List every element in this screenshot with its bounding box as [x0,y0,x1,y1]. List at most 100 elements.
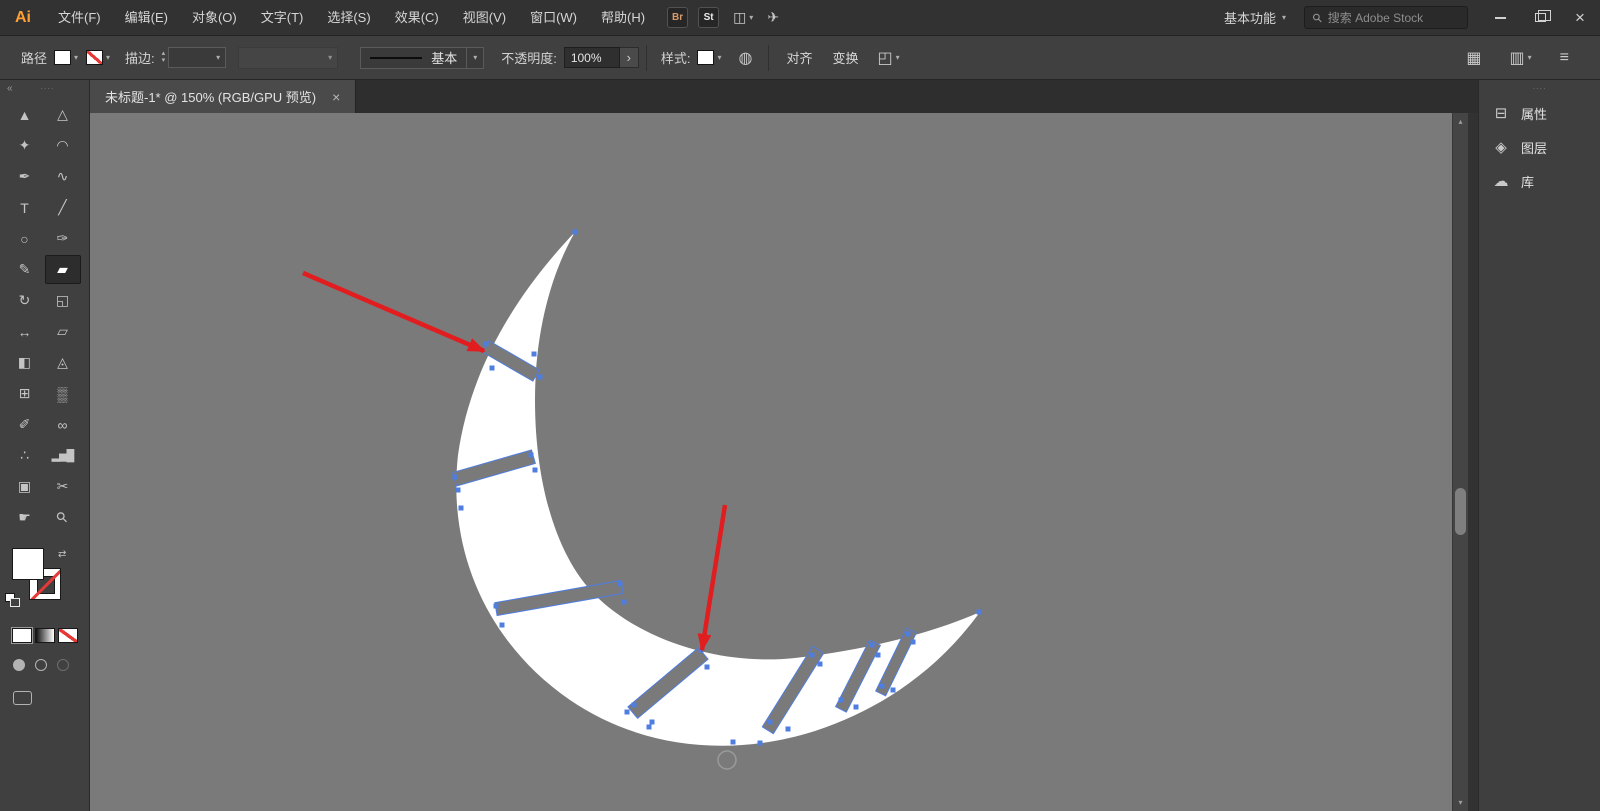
stepper-down-icon[interactable]: ▾ [162,58,166,64]
menu-file[interactable]: 文件(F) [46,0,113,35]
stroke-swatch[interactable] [86,50,103,65]
anchor-point[interactable] [459,506,464,511]
mesh-tool[interactable]: ⊞ [7,379,43,408]
line-segment-tool[interactable]: ╱ [45,193,81,222]
anchor-point[interactable] [632,703,637,708]
anchor-point[interactable] [758,741,763,746]
panel-tab-layers[interactable]: ◈图层 [1479,130,1600,164]
anchor-point[interactable] [906,632,911,637]
anchor-point[interactable] [618,582,623,587]
gradient-tool[interactable]: ▒ [45,379,81,408]
panel-grip[interactable]: ∙∙∙∙ [1486,83,1593,93]
anchor-point[interactable] [977,610,982,615]
anchor-point[interactable] [731,740,736,745]
style-swatch[interactable] [697,50,714,65]
scroll-up-icon[interactable]: ▴ [1458,113,1462,130]
anchor-point[interactable] [500,623,505,628]
chevron-down-icon[interactable]: ▾ [717,53,721,62]
stock-icon[interactable]: St [698,7,719,28]
stroke-weight-combo[interactable]: ▾ [168,47,226,68]
canvas[interactable] [90,113,1452,811]
scrollbar-thumb[interactable] [1455,488,1466,535]
artboard-tool[interactable]: ▣ [7,472,43,501]
anchor-point[interactable] [484,342,489,347]
anchor-point[interactable] [453,475,458,480]
anchor-point[interactable] [880,684,885,689]
anchor-point[interactable] [625,710,630,715]
curvature-tool[interactable]: ∿ [45,162,81,191]
zoom-tool[interactable]: ⚲ [45,503,81,532]
eyedropper-tool[interactable]: ✐ [7,410,43,439]
restore-button[interactable] [1520,0,1560,35]
none-button[interactable] [58,628,78,643]
pen-tool[interactable]: ✒ [7,162,43,191]
anchor-point[interactable] [573,230,578,235]
anchor-point[interactable] [768,720,773,725]
anchor-point[interactable] [533,468,538,473]
align-button[interactable]: 对齐 [786,48,812,67]
menu-help[interactable]: 帮助(H) [589,0,657,35]
anchor-point[interactable] [647,725,652,730]
menu-effect[interactable]: 效果(C) [383,0,451,35]
stroke-weight-stepper[interactable]: ▴ ▾ [162,51,166,64]
menu-window[interactable]: 窗口(W) [518,0,589,35]
fill-color-control[interactable]: ▾ [54,50,86,65]
workspace-switcher[interactable]: 基本功能 ▾ [1224,8,1286,27]
close-button[interactable]: × [1560,0,1600,35]
opacity-more-button[interactable]: › [620,47,639,68]
anchor-point[interactable] [456,488,461,493]
shape-properties-control[interactable]: ◰ ▾ [877,48,899,68]
screen-mode-button[interactable] [13,691,32,705]
anchor-point[interactable] [854,705,859,710]
blend-tool[interactable]: ∞ [45,410,81,439]
anchor-point[interactable] [876,653,881,658]
anchor-point[interactable] [911,640,916,645]
recolor-artwork-icon[interactable]: ◍ [738,48,752,68]
shape-builder-tool[interactable]: ◧ [7,348,43,377]
style-control[interactable]: ▾ [697,50,729,65]
slice-tool[interactable]: ✂ [45,472,81,501]
paintbrush-tool[interactable]: ✑ [45,224,81,253]
anchor-point[interactable] [839,698,844,703]
magic-wand-tool[interactable]: ✦ [7,131,43,160]
ellipse-tool[interactable]: ○ [7,224,43,253]
free-transform-tool[interactable]: ▱ [45,317,81,346]
column-graph-tool[interactable]: ▂▅█ [45,441,81,470]
hand-tool[interactable]: ☛ [7,503,43,532]
width-tool[interactable]: ↔ [7,317,43,346]
anchor-point[interactable] [650,720,655,725]
moon-shape[interactable] [456,232,980,746]
anchor-point[interactable] [810,653,815,658]
default-fill-stroke-icon[interactable] [5,593,20,606]
anchor-point[interactable] [870,643,875,648]
brush-combo-dropdown[interactable]: ▾ [466,48,483,68]
type-tool[interactable]: T [7,193,43,222]
stock-search-input[interactable]: ⚲ 搜索 Adobe Stock [1304,6,1468,29]
symbol-sprayer-tool[interactable]: ∴ [7,441,43,470]
minimize-button[interactable] [1480,0,1520,35]
arrange-documents-icon[interactable]: ▦ [1466,48,1481,68]
menu-type[interactable]: 文字(T) [249,0,316,35]
draw-inside-button[interactable] [57,659,69,671]
bridge-icon[interactable]: Br [667,7,688,28]
fill-color-box[interactable] [12,548,44,580]
menu-view[interactable]: 视图(V) [451,0,518,35]
layout-icon[interactable]: ◫ ▾ [733,9,753,26]
panel-menu-icon[interactable]: ≡ [1560,49,1569,67]
scale-tool[interactable]: ◱ [45,286,81,315]
anchor-point[interactable] [494,604,499,609]
direct-selection-tool[interactable]: △ [45,100,81,129]
menu-edit[interactable]: 编辑(E) [113,0,180,35]
chevron-down-icon[interactable]: ▾ [74,53,78,62]
perspective-grid-tool[interactable]: ◬ [45,348,81,377]
anchor-point[interactable] [538,375,543,380]
document-tab[interactable]: 未标题-1* @ 150% (RGB/GPU 预览) × [90,80,356,113]
chevron-down-icon[interactable]: ▾ [106,53,110,62]
stroke-color-control[interactable]: ▾ [86,50,118,65]
menu-select[interactable]: 选择(S) [315,0,382,35]
anchor-point[interactable] [891,688,896,693]
lasso-tool[interactable]: ◠ [45,131,81,160]
panel-tab-properties[interactable]: ⊟属性 [1479,96,1600,130]
draw-normal-button[interactable] [13,659,25,671]
vertical-scrollbar[interactable]: ▴ ▾ [1452,113,1468,811]
